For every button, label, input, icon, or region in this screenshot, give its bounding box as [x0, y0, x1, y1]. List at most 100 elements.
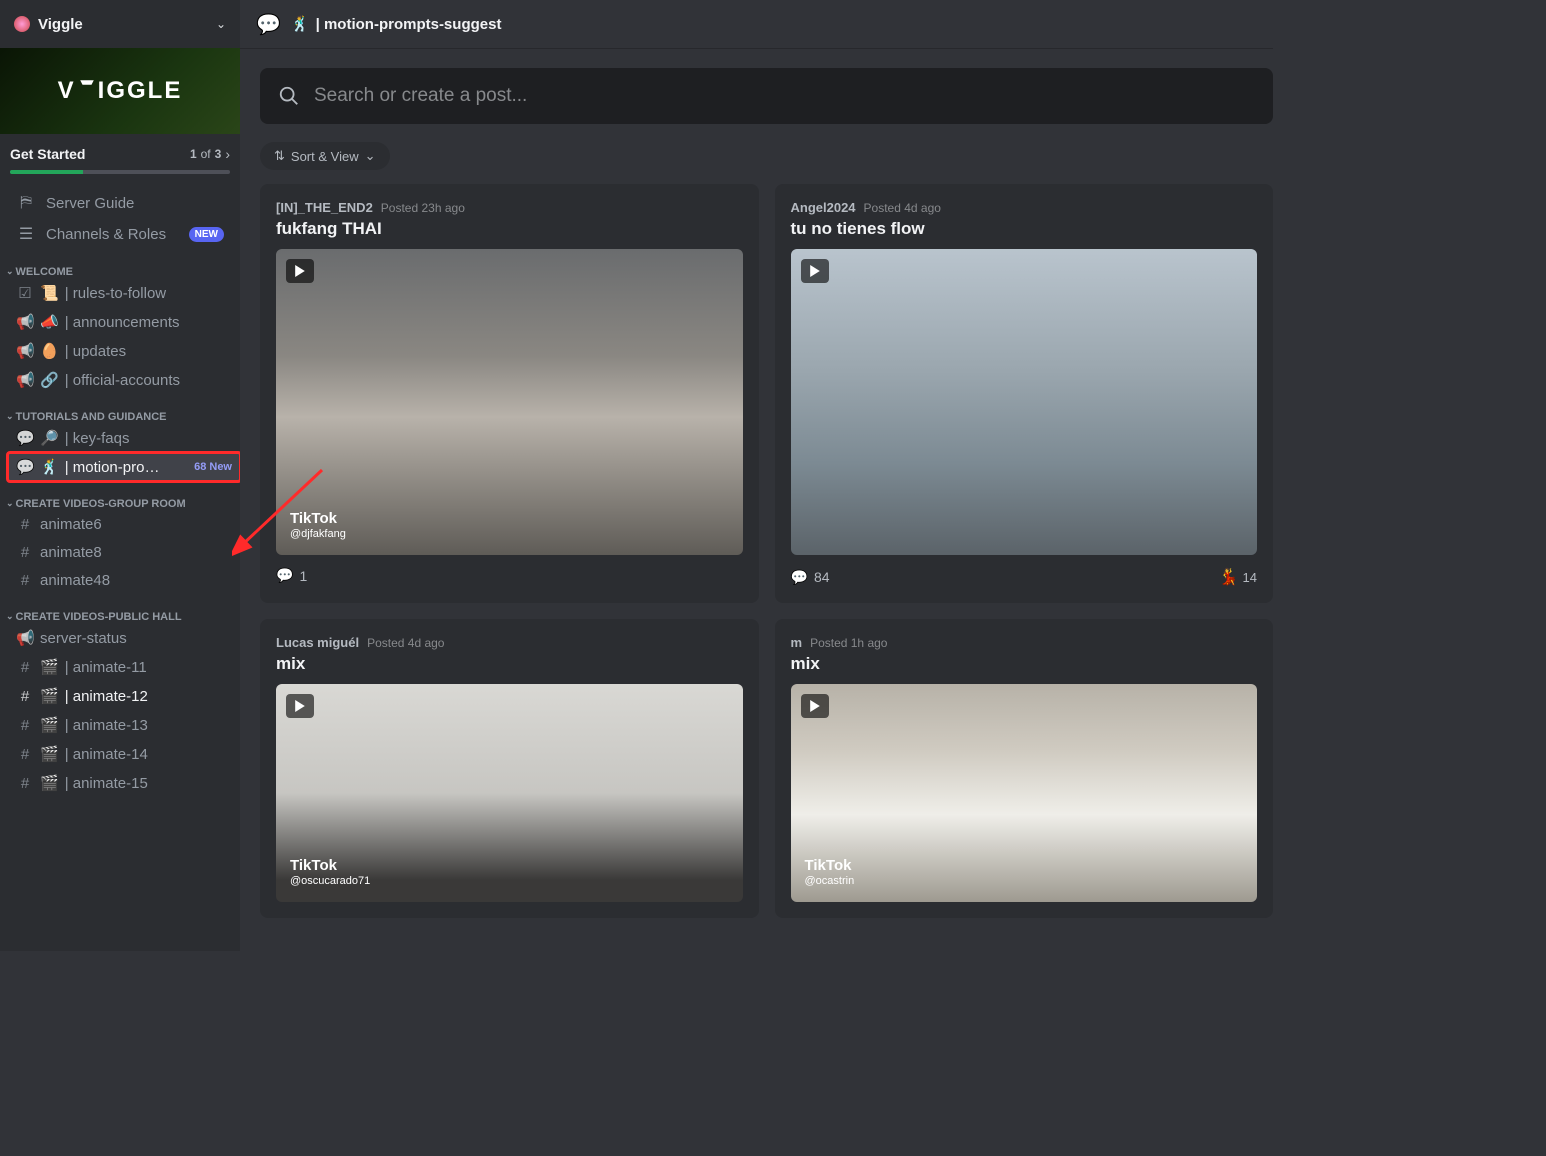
channel-emoji: 🔗 [40, 371, 59, 389]
post-card[interactable]: [IN]_THE_END2 Posted 23h ago fukfang THAI T… [260, 184, 759, 603]
post-author: [IN]_THE_END2 [276, 200, 373, 215]
new-badge: NEW [189, 227, 224, 242]
sort-view-button[interactable]: ⇅ Sort & View ⌄ [260, 142, 390, 170]
channel-emoji: 🎬 [40, 658, 59, 676]
topbar-title: | motion-prompts-suggest [316, 16, 502, 33]
channel--animate-15[interactable]: # 🎬 | animate-15 [8, 769, 240, 797]
channel-type-icon: 💬 [16, 458, 34, 476]
channel-animate48[interactable]: # animate48 [8, 567, 240, 594]
channel-emoji: 🎬 [40, 774, 59, 792]
get-started[interactable]: Get Started 1 of 3 › [0, 134, 240, 182]
channel-emoji: 🕺 [40, 458, 59, 476]
channel-type-icon: # [16, 775, 34, 792]
server-name: Viggle [38, 16, 83, 33]
sidebar: Viggle ⌄ VIGGLE Get Started 1 of 3 › ⛿ S… [0, 0, 240, 951]
channel-emoji: 🥚 [40, 342, 59, 360]
comment-icon: 💬 [791, 569, 808, 586]
channel-name: | animate-12 [65, 688, 148, 705]
play-icon [286, 259, 314, 283]
nav-server-guide[interactable]: ⛿ Server Guide [8, 188, 232, 218]
channel-name: | animate-11 [65, 659, 147, 676]
post-time: Posted 23h ago [381, 201, 465, 215]
channel-type-icon: 📢 [16, 342, 34, 360]
channel-type-icon: ☑ [16, 284, 34, 302]
channel-name: | rules-to-follow [65, 285, 166, 302]
server-icon [14, 16, 30, 32]
channel--animate-14[interactable]: #🎬| animate-14 [8, 740, 240, 768]
channel-animate6[interactable]: #animate6 [8, 511, 240, 538]
server-header[interactable]: Viggle ⌄ [0, 0, 240, 48]
tiktok-watermark: TikTok@ocastrin [805, 857, 855, 888]
channel--animate-13[interactable]: # 🎬 | animate-13 [8, 711, 240, 739]
channel-emoji: 🎬 [40, 687, 59, 705]
channel-name: | motion-pro… [65, 459, 160, 476]
post-card[interactable]: Lucas miguélPosted 4d agomixTikTok@oscuc… [260, 619, 759, 918]
post-card[interactable]: Angel2024Posted 4d agotu no tienes flow💬… [775, 184, 1274, 603]
list-icon: ☰ [16, 224, 36, 244]
channel-type-icon: 💬 [16, 429, 34, 447]
category-header[interactable]: TUTORIALS AND GUIDANCE [0, 395, 240, 423]
post-time: Posted 1h ago [810, 636, 887, 650]
channel-emoji: 📜 [40, 284, 59, 302]
channel-name: | updates [65, 343, 126, 360]
get-started-progress: 1 of 3 › [190, 146, 230, 162]
reaction[interactable]: 💃14 [1219, 567, 1257, 587]
post-title: mix [791, 654, 1258, 674]
tiktok-watermark: TikTok@djfakfang [290, 510, 346, 541]
channel-name: animate8 [40, 544, 102, 561]
post-thumbnail[interactable]: TikTok@ocastrin [791, 684, 1258, 902]
channel-badge: 68 New [194, 461, 232, 473]
channel-type-icon: # [16, 659, 34, 676]
comment-count: 84 [814, 569, 830, 585]
post-thumbnail[interactable] [791, 249, 1258, 555]
channel--rules-to-follow[interactable]: ☑ 📜 | rules-to-follow [8, 279, 240, 307]
channel-type-icon: # [16, 717, 34, 734]
channel--key-faqs[interactable]: 💬🔎| key-faqs [8, 424, 240, 452]
category-header[interactable]: WELCOME [0, 250, 240, 278]
search-icon [278, 85, 300, 107]
channel--motion-pro-[interactable]: 💬 🕺 | motion-pro… 68 New [8, 453, 240, 481]
channel--animate-11[interactable]: # 🎬 | animate-11 [8, 653, 240, 681]
channel--animate-12[interactable]: # 🎬 | animate-12 [8, 682, 240, 710]
channel--announcements[interactable]: 📢📣| announcements [8, 308, 240, 336]
channel-name: animate48 [40, 572, 110, 589]
search-input[interactable] [314, 85, 1255, 107]
channel-name: | animate-14 [65, 746, 148, 763]
post-card[interactable]: m Posted 1h ago mix TikTok@ocastrin [775, 619, 1274, 918]
channel--updates[interactable]: 📢 🥚 | updates [8, 337, 240, 365]
channel-name: | animate-15 [65, 775, 148, 792]
category-header[interactable]: CREATE VIDEOS-PUBLIC HALL [0, 595, 240, 623]
post-title: fukfang THAI [276, 219, 743, 239]
banner-logo: VIGGLE [58, 77, 183, 105]
post-author: m [791, 635, 803, 650]
channel-type-icon: # [16, 688, 34, 705]
category-header[interactable]: CREATE VIDEOS-GROUP ROOM [0, 482, 240, 510]
channel-emoji: 🎬 [40, 745, 59, 763]
channel-emoji: 📣 [40, 313, 59, 331]
channel--official-accounts[interactable]: 📢🔗| official-accounts [8, 366, 240, 394]
progress-bar [10, 170, 230, 174]
post-author: Lucas miguél [276, 635, 359, 650]
server-banner: VIGGLE [0, 48, 240, 134]
post-time: Posted 4d ago [864, 201, 941, 215]
topbar: 💬 🕺 | motion-prompts-suggest [240, 0, 1273, 48]
channel-server-status[interactable]: 📢 server-status [8, 624, 240, 652]
content: ⇅ Sort & View ⌄ [IN]_THE_END2 Posted 23h … [240, 48, 1273, 951]
channel-emoji: 🎬 [40, 716, 59, 734]
channel-animate8[interactable]: #animate8 [8, 539, 240, 566]
comment-icon: 💬 [276, 567, 293, 584]
channel-name: | animate-13 [65, 717, 148, 734]
forum-icon: 💬 [256, 12, 281, 37]
channel-type-icon: 📢 [16, 371, 34, 389]
chevron-down-icon: ⌄ [365, 148, 376, 164]
channel-type-icon: # [16, 572, 34, 589]
channel-name: server-status [40, 630, 127, 647]
main: 💬 🕺 | motion-prompts-suggest ⇅ Sort & Vi… [240, 0, 1273, 951]
post-thumbnail[interactable]: TikTok@oscucarado71 [276, 684, 743, 902]
channel-type-icon: 📢 [16, 629, 34, 647]
comment-count: 1 [299, 568, 307, 584]
nav-channels-roles[interactable]: ☰ Channels & Roles NEW [8, 218, 232, 250]
tiktok-watermark: TikTok@oscucarado71 [290, 857, 370, 888]
search-box[interactable] [260, 68, 1273, 124]
post-thumbnail[interactable]: TikTok@djfakfang [276, 249, 743, 555]
